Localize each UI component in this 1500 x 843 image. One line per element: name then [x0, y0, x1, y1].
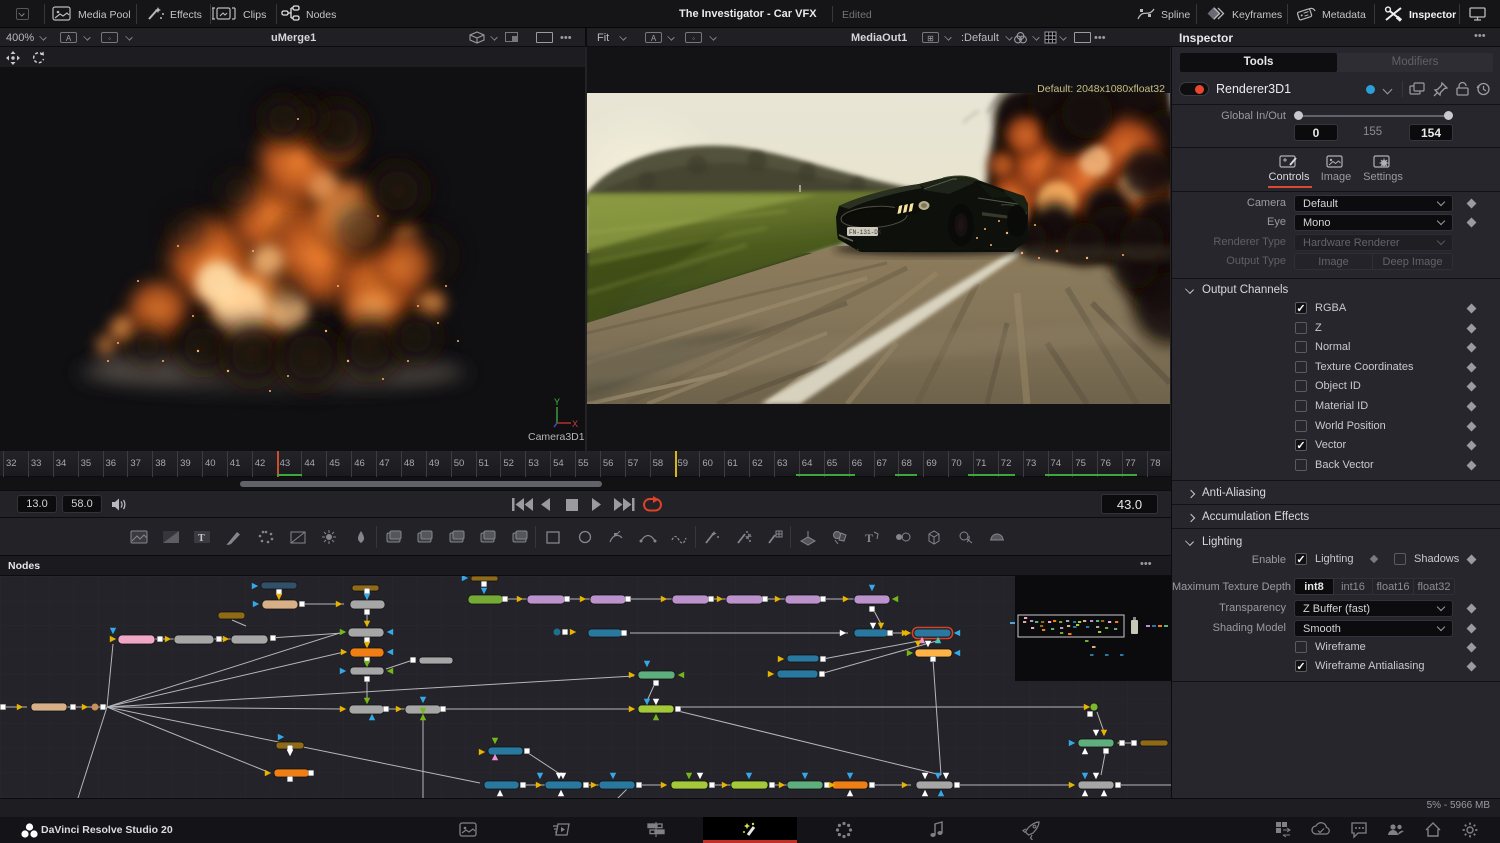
svg-text:Y: Y: [554, 397, 560, 407]
svg-text:FN-131-DK: FN-131-DK: [849, 229, 882, 236]
svg-text:T: T: [198, 533, 205, 544]
svg-text:X: X: [572, 419, 578, 429]
svg-text:T: T: [865, 531, 873, 545]
